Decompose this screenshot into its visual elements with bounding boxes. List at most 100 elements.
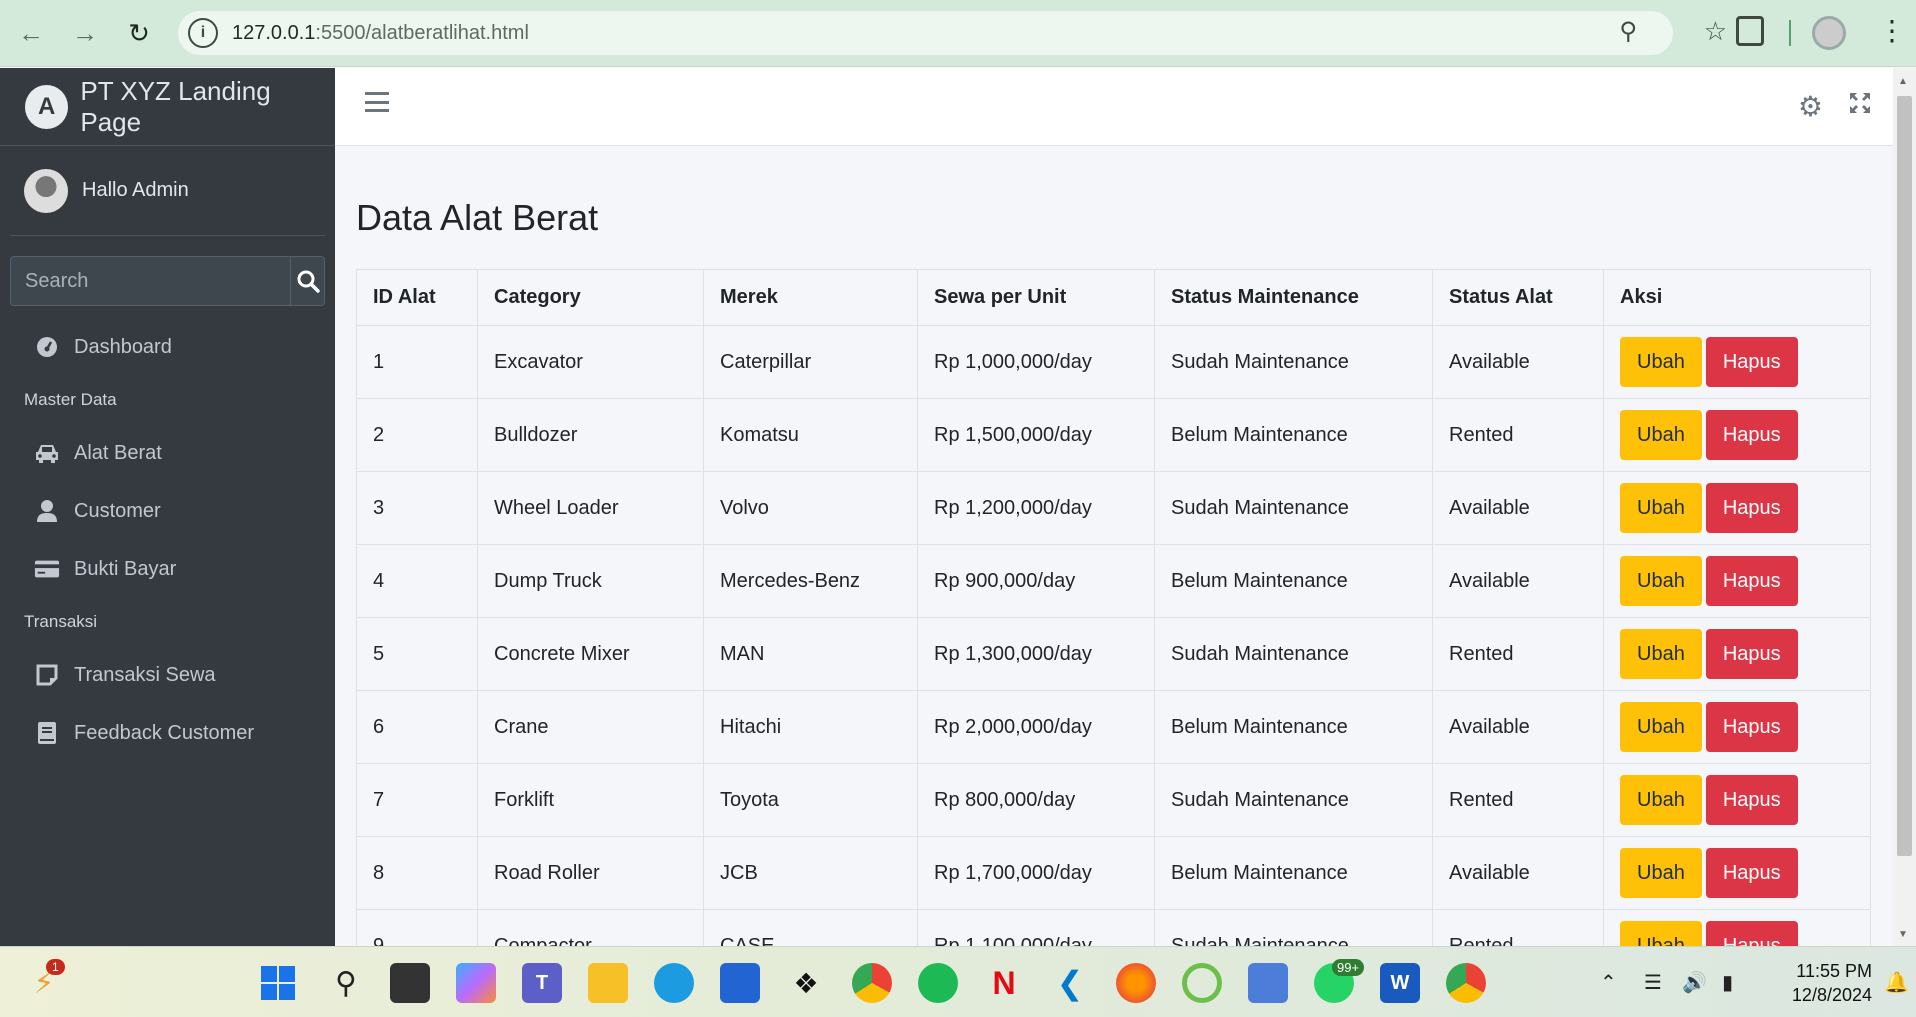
action-cell: Ubah Hapus [1603, 325, 1871, 399]
forward-icon[interactable]: → [58, 6, 112, 60]
vscode-icon[interactable]: ❮ [1050, 963, 1090, 1003]
bookmark-star-icon[interactable]: ☆ [1704, 16, 1727, 47]
table-cell: Crane [477, 690, 704, 764]
action-cell: Ubah Hapus [1603, 544, 1871, 618]
ubah-button[interactable]: Ubah [1620, 556, 1702, 606]
hapus-button[interactable]: Hapus [1705, 410, 1798, 460]
bell-icon[interactable]: 🔔 [1884, 947, 1909, 1017]
search-input[interactable] [11, 257, 290, 305]
netflix-icon[interactable]: N [984, 963, 1024, 1003]
table-cell: Rp 1,300,000/day [917, 617, 1155, 691]
ubah-button[interactable]: Ubah [1620, 410, 1702, 460]
teams-icon[interactable]: T [522, 963, 562, 1003]
table-cell: Mercedes-Benz [703, 544, 918, 618]
scroll-down-arrow[interactable]: ▼ [1898, 929, 1908, 940]
reload-icon[interactable]: ↻ [112, 6, 166, 60]
page-scrollbar[interactable]: ▲ ▼ [1893, 68, 1916, 946]
wifi-icon[interactable]: ☰ [1644, 947, 1662, 1017]
chrome-icon[interactable] [852, 963, 892, 1003]
fullscreen-icon[interactable] [1849, 90, 1871, 121]
hapus-button[interactable]: Hapus [1705, 337, 1798, 387]
volume-icon[interactable]: 🔊 [1682, 947, 1707, 1017]
search-icon [297, 270, 320, 293]
hapus-button[interactable]: Hapus [1705, 848, 1798, 898]
table-cell: Rp 1,100,000/day [917, 909, 1155, 946]
table-cell: MAN [703, 617, 918, 691]
table-cell: Rp 2,000,000/day [917, 690, 1155, 764]
edge-icon[interactable] [654, 963, 694, 1003]
column-header: Category [477, 269, 704, 326]
sidebar-item-dashboard[interactable]: Dashboard [0, 318, 335, 376]
table-cell: Hitachi [703, 690, 918, 764]
table-cell: Caterpillar [703, 325, 918, 399]
sidebar-item-transaksi-sewa[interactable]: Transaksi Sewa [0, 646, 335, 704]
sidebar-item-customer[interactable]: Customer [0, 482, 335, 540]
file-explorer-icon[interactable] [588, 963, 628, 1003]
ubah-button[interactable]: Ubah [1620, 921, 1702, 946]
hapus-button[interactable]: Hapus [1705, 556, 1798, 606]
user-panel: Hallo Admin [10, 146, 325, 236]
ubah-button[interactable]: Ubah [1620, 629, 1702, 679]
user-name[interactable]: Hallo Admin [82, 179, 189, 202]
hapus-button[interactable]: Hapus [1705, 921, 1798, 946]
virtualbox-icon[interactable] [1248, 963, 1288, 1003]
action-cell: Ubah Hapus [1603, 909, 1871, 946]
sidebar-item-label: Dashboard [74, 335, 172, 358]
table-cell: Dump Truck [477, 544, 704, 618]
credit-card-icon [34, 556, 60, 582]
windows-start-icon[interactable] [258, 963, 298, 1003]
search-button[interactable] [290, 257, 324, 305]
ubah-button[interactable]: Ubah [1620, 775, 1702, 825]
spotify-icon[interactable] [918, 963, 958, 1003]
word-icon[interactable]: W [1380, 963, 1420, 1003]
address-bar[interactable]: i 127.0.0.1:5500/alatberatlihat.html ⚲ ☆ [178, 11, 1727, 55]
microsoft-store-icon[interactable] [720, 963, 760, 1003]
table-cell: Belum Maintenance [1154, 544, 1433, 618]
sidebar-item-label: Feedback Customer [74, 721, 255, 744]
back-icon[interactable]: ← [4, 6, 58, 60]
task-view-icon[interactable] [390, 963, 430, 1003]
url-text[interactable]: 127.0.0.1:5500/alatberatlihat.html [232, 22, 529, 45]
firefox-icon[interactable] [1116, 963, 1156, 1003]
battery-icon[interactable]: ▮ [1722, 947, 1733, 1017]
search-taskbar-icon[interactable]: ⚲ [326, 963, 366, 1003]
sidebar-item-feedback-customer[interactable]: Feedback Customer [0, 704, 335, 762]
sidebar-item-bukti-bayar[interactable]: Bukti Bayar [0, 540, 335, 598]
user-icon [34, 498, 60, 524]
extensions-icon[interactable] [1736, 16, 1764, 46]
zoom-icon[interactable]: ⚲ [1619, 17, 1637, 46]
hamburger-menu-icon[interactable] [365, 92, 389, 112]
table-cell: Concrete Mixer [477, 617, 704, 691]
table-cell: Belum Maintenance [1154, 836, 1433, 910]
site-info-icon[interactable]: i [188, 18, 218, 48]
copilot-icon[interactable] [456, 963, 496, 1003]
ubah-button[interactable]: Ubah [1620, 337, 1702, 387]
brand-link[interactable]: A PT XYZ Landing Page [0, 68, 335, 146]
scroll-up-arrow[interactable]: ▲ [1898, 76, 1908, 87]
menu-kebab-icon[interactable]: ⋮ [1878, 14, 1906, 47]
hapus-button[interactable]: Hapus [1705, 702, 1798, 752]
ring-app-icon[interactable] [1182, 963, 1222, 1003]
scroll-thumb[interactable] [1897, 96, 1912, 856]
ubah-button[interactable]: Ubah [1620, 483, 1702, 533]
dropbox-icon[interactable]: ❖ [786, 963, 826, 1003]
table-row: 4 Dump Truck Mercedes-Benz Rp 900,000/day Be… [356, 544, 1871, 618]
chrome-profile-icon[interactable] [1446, 963, 1486, 1003]
hapus-button[interactable]: Hapus [1705, 483, 1798, 533]
system-clock[interactable]: 11:55 PM 12/8/2024 [1760, 959, 1872, 1007]
table-cell: Rented [1432, 617, 1604, 691]
table-row: 5 Concrete Mixer MAN Rp 1,300,000/day Sudah … [356, 617, 1871, 691]
avatar[interactable] [24, 168, 68, 213]
hapus-button[interactable]: Hapus [1705, 775, 1798, 825]
ubah-button[interactable]: Ubah [1620, 702, 1702, 752]
table-cell: Sudah Maintenance [1154, 909, 1433, 946]
hapus-button[interactable]: Hapus [1705, 629, 1798, 679]
table-cell: Volvo [703, 471, 918, 545]
profile-avatar[interactable] [1812, 16, 1846, 50]
gear-icon[interactable]: ⚙ [1798, 90, 1823, 123]
sidebar-item-alat-berat[interactable]: Alat Berat [0, 424, 335, 482]
ubah-button[interactable]: Ubah [1620, 848, 1702, 898]
table-cell: 6 [356, 690, 478, 764]
tray-chevron-icon[interactable]: ⌃ [1600, 947, 1617, 1017]
table-cell: Rp 1,700,000/day [917, 836, 1155, 910]
